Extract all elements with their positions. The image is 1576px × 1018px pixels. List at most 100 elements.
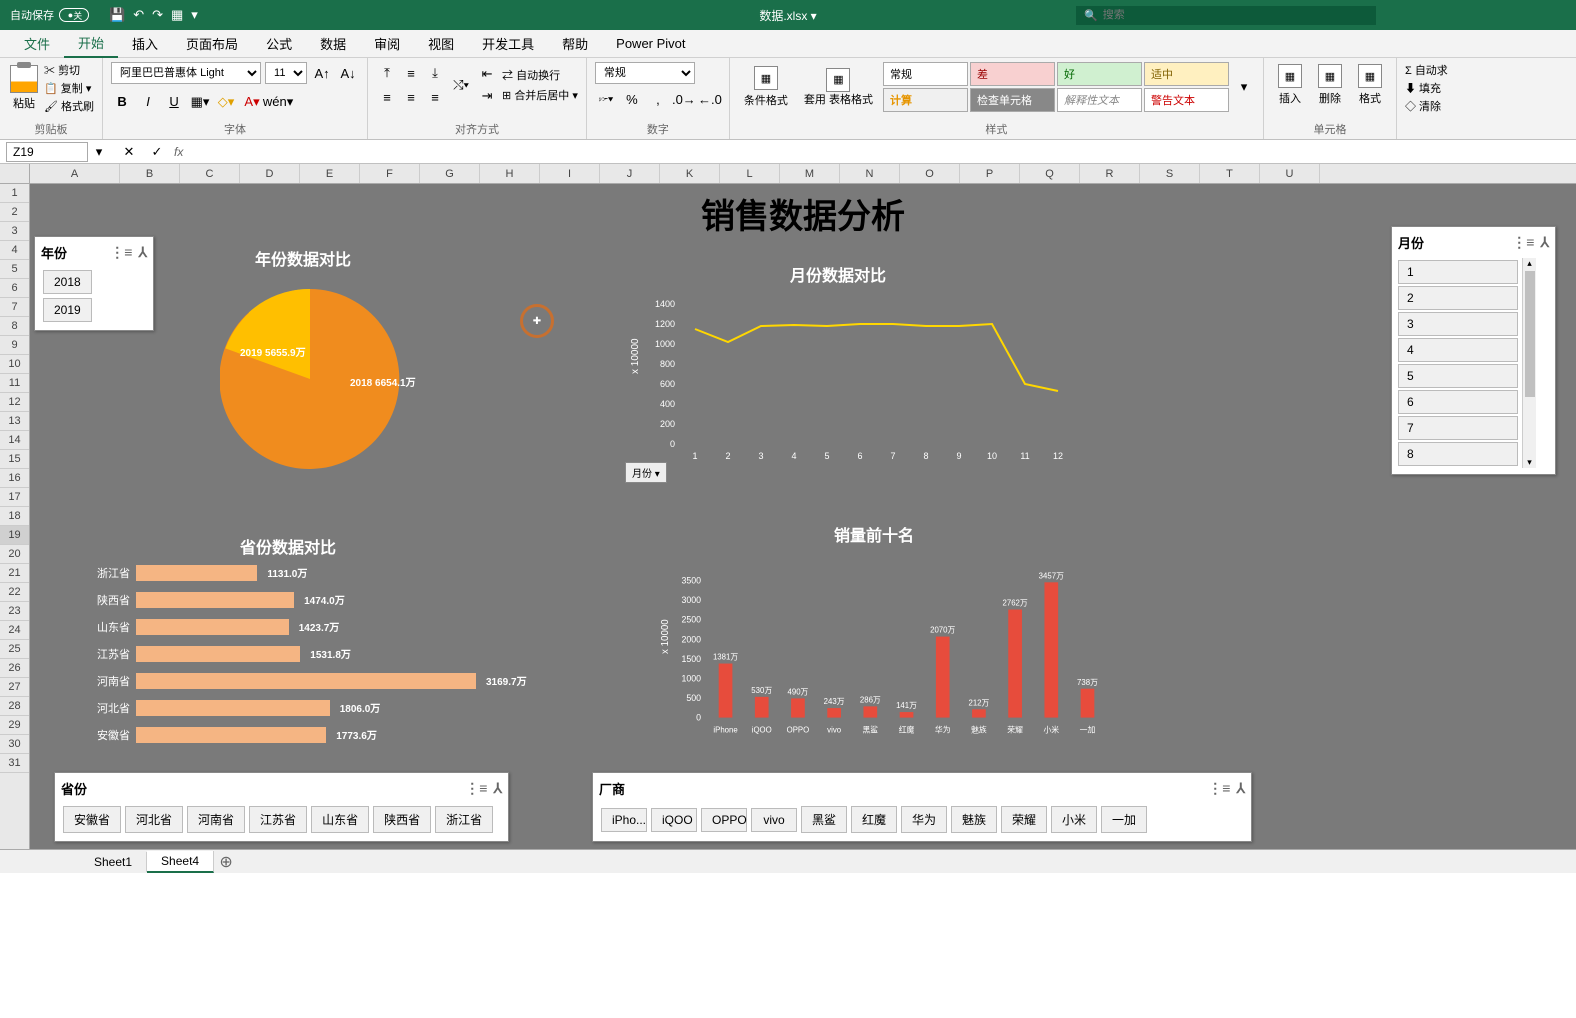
row-header[interactable]: 22 xyxy=(0,583,29,602)
row-header[interactable]: 27 xyxy=(0,678,29,697)
style-neutral[interactable]: 适中 xyxy=(1144,62,1229,86)
fill-color-button[interactable]: ◇▾ xyxy=(215,91,237,113)
paste-button[interactable]: 粘贴 xyxy=(8,63,40,113)
phonetic-button[interactable]: wén▾ xyxy=(267,91,289,113)
clear-filter-icon[interactable]: ⅄ xyxy=(493,780,502,797)
slicer-item[interactable]: 3 xyxy=(1398,312,1518,336)
increase-font-icon[interactable]: A↑ xyxy=(311,62,333,84)
undo-icon[interactable]: ↶ xyxy=(133,7,144,23)
dec-decimal-icon[interactable]: ←.0 xyxy=(699,88,721,110)
wrap-text-button[interactable]: ⇄ 自动换行 xyxy=(502,67,578,83)
font-name-combo[interactable]: 阿里巴巴普惠体 Light xyxy=(111,62,261,84)
insert-cells-button[interactable]: ▦插入 xyxy=(1272,62,1308,108)
bold-button[interactable]: B xyxy=(111,91,133,113)
slicer-item[interactable]: 黑鲨 xyxy=(801,806,847,833)
tab-view[interactable]: 视图 xyxy=(414,30,468,58)
tab-home[interactable]: 开始 xyxy=(64,30,118,58)
save-icon[interactable]: 💾 xyxy=(109,7,125,23)
slicer-item[interactable]: 8 xyxy=(1398,442,1518,466)
confirm-formula-icon[interactable]: ✓ xyxy=(146,141,168,163)
style-normal[interactable]: 常规 xyxy=(883,62,968,86)
col-header[interactable]: M xyxy=(780,164,840,183)
slicer-item[interactable]: 安徽省 xyxy=(63,806,121,833)
row-header[interactable]: 29 xyxy=(0,716,29,735)
bar-chart-top10[interactable]: x 1000005001000150020002500300035001381万… xyxy=(660,554,1110,754)
row-header[interactable]: 6 xyxy=(0,279,29,298)
slicer-province[interactable]: 省份⋮≡⅄ 安徽省河北省河南省江苏省山东省陕西省浙江省 xyxy=(54,772,509,842)
row-header[interactable]: 30 xyxy=(0,735,29,754)
merge-button[interactable]: ⊞ 合并后居中 ▾ xyxy=(502,87,578,103)
slicer-item[interactable]: 4 xyxy=(1398,338,1518,362)
cancel-formula-icon[interactable]: ✕ xyxy=(118,141,140,163)
col-header[interactable]: U xyxy=(1260,164,1320,183)
row-header[interactable]: 5 xyxy=(0,260,29,279)
currency-icon[interactable]: 🖙▾ xyxy=(595,88,617,110)
row-header[interactable]: 4 xyxy=(0,241,29,260)
slicer-item[interactable]: 5 xyxy=(1398,364,1518,388)
table-format-button[interactable]: ▦ 套用 表格格式 xyxy=(798,66,879,108)
font-size-combo[interactable]: 11 xyxy=(265,62,307,84)
form-icon[interactable]: ▦ xyxy=(171,7,183,23)
slicer-item[interactable]: OPPO xyxy=(701,808,747,832)
number-format-combo[interactable]: 常规 xyxy=(595,62,695,84)
slicer-item[interactable]: 一加 xyxy=(1101,806,1147,833)
tab-powerpivot[interactable]: Power Pivot xyxy=(602,30,699,58)
multiselect-icon[interactable]: ⋮≡ xyxy=(465,780,487,797)
row-header[interactable]: 25 xyxy=(0,640,29,659)
col-header[interactable]: O xyxy=(900,164,960,183)
col-header[interactable]: A xyxy=(30,164,120,183)
tab-help[interactable]: 帮助 xyxy=(548,30,602,58)
col-header[interactable]: E xyxy=(300,164,360,183)
auto-save-toggle[interactable]: 自动保存 ● 关 xyxy=(0,7,99,23)
col-header[interactable]: D xyxy=(240,164,300,183)
slicer-item[interactable]: vivo xyxy=(751,808,797,832)
italic-button[interactable]: I xyxy=(137,91,159,113)
col-header[interactable]: H xyxy=(480,164,540,183)
tab-developer[interactable]: 开发工具 xyxy=(468,30,548,58)
slicer-year[interactable]: 年份⋮≡⅄ 2018 2019 xyxy=(34,236,154,331)
fx-icon[interactable]: fx xyxy=(174,145,183,159)
indent-inc-icon[interactable]: ⇥ xyxy=(476,85,498,107)
slicer-item[interactable]: 2018 xyxy=(43,270,92,294)
slicer-item[interactable]: 1 xyxy=(1398,260,1518,284)
tab-review[interactable]: 审阅 xyxy=(360,30,414,58)
slicer-item[interactable]: 魅族 xyxy=(951,806,997,833)
slicer-item[interactable]: iQOO xyxy=(651,808,697,832)
tab-file[interactable]: 文件 xyxy=(10,30,64,58)
worksheet-canvas[interactable]: 销售数据分析 年份⋮≡⅄ 2018 2019 月份⋮≡⅄ 12345678 ▴ … xyxy=(30,184,1576,849)
format-painter-button[interactable]: 🖌 格式刷 xyxy=(44,98,94,114)
slicer-month[interactable]: 月份⋮≡⅄ 12345678 ▴ ▾ xyxy=(1391,226,1556,475)
select-all-corner[interactable] xyxy=(0,164,30,183)
line-chart[interactable]: x 10000020040060080010001200140012345678… xyxy=(630,274,1080,474)
percent-icon[interactable]: % xyxy=(621,88,643,110)
slicer-item[interactable]: iPho... xyxy=(601,808,647,832)
row-header[interactable]: 18 xyxy=(0,507,29,526)
align-top-icon[interactable]: ⤒ xyxy=(376,62,398,84)
conditional-format-button[interactable]: ▦ 条件格式 xyxy=(738,64,794,110)
delete-cells-button[interactable]: ▦删除 xyxy=(1312,62,1348,108)
style-calc[interactable]: 计算 xyxy=(883,88,968,112)
align-bottom-icon[interactable]: ⤓ xyxy=(424,62,446,84)
copy-button[interactable]: 📋 复制 ▾ xyxy=(44,80,94,96)
multiselect-icon[interactable]: ⋮≡ xyxy=(110,244,132,261)
row-header[interactable]: 28 xyxy=(0,697,29,716)
redo-icon[interactable]: ↷ xyxy=(152,7,163,23)
row-header[interactable]: 19 xyxy=(0,526,29,545)
tab-page-layout[interactable]: 页面布局 xyxy=(172,30,252,58)
row-header[interactable]: 11 xyxy=(0,374,29,393)
slicer-item[interactable]: 小米 xyxy=(1051,806,1097,833)
style-explain[interactable]: 解释性文本 xyxy=(1057,88,1142,112)
scroll-thumb[interactable] xyxy=(1525,271,1535,397)
row-header[interactable]: 31 xyxy=(0,754,29,773)
slicer-item[interactable]: 华为 xyxy=(901,806,947,833)
col-header[interactable]: G xyxy=(420,164,480,183)
sheet-tab[interactable]: Sheet1 xyxy=(80,852,147,872)
tab-data[interactable]: 数据 xyxy=(306,30,360,58)
col-header[interactable]: T xyxy=(1200,164,1260,183)
multiselect-icon[interactable]: ⋮≡ xyxy=(1512,234,1534,251)
slicer-item[interactable]: 7 xyxy=(1398,416,1518,440)
cut-button[interactable]: ✂ 剪切 xyxy=(44,62,94,78)
col-header[interactable]: F xyxy=(360,164,420,183)
align-left-icon[interactable]: ≡ xyxy=(376,86,398,108)
row-header[interactable]: 10 xyxy=(0,355,29,374)
